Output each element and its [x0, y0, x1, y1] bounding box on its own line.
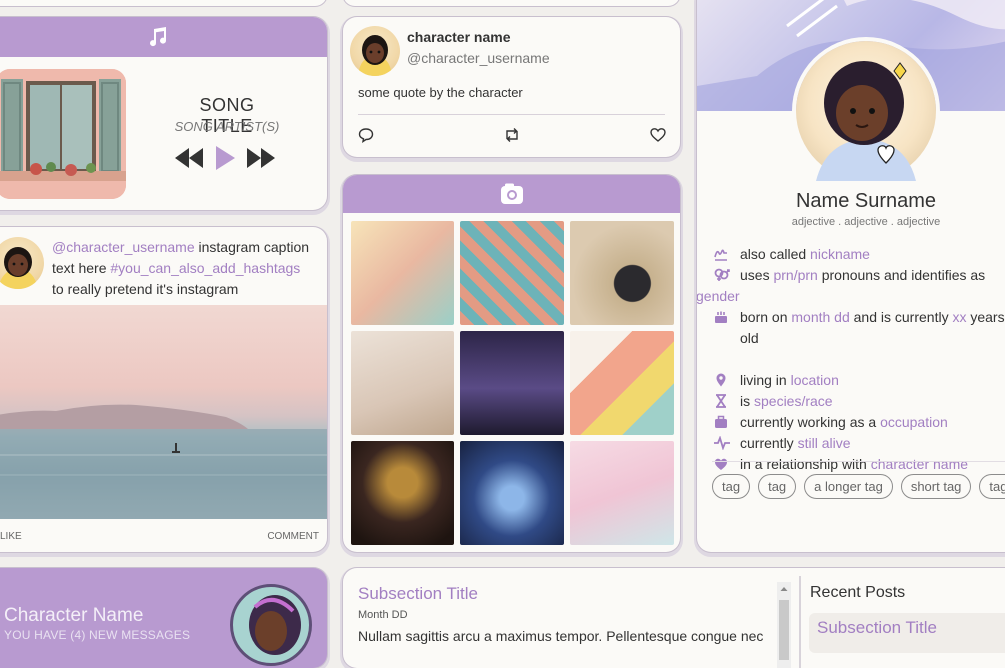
location-pin-icon — [714, 373, 728, 387]
tweet-card: character name @character_username some … — [343, 17, 680, 157]
status-link[interactable]: still alive — [798, 435, 851, 451]
species-link[interactable]: species/race — [754, 393, 833, 409]
post-body: Nullam sagittis arcu a maximus tempor. P… — [358, 628, 764, 644]
rewind-icon[interactable] — [174, 147, 204, 169]
post-actions: LIKE COMMENT — [0, 531, 319, 542]
gallery-photo[interactable] — [351, 221, 454, 325]
tweet-username[interactable]: @character_username — [407, 50, 550, 66]
play-icon[interactable] — [214, 145, 236, 171]
tag-chip[interactable]: a longer tag — [804, 474, 893, 499]
hashtag-link[interactable]: #you_can_also_add_hashtags — [110, 260, 300, 276]
nickname-link[interactable]: nickname — [810, 246, 870, 262]
camera-icon — [500, 183, 524, 205]
fact-location: living in location — [711, 370, 1005, 391]
tag-chip[interactable]: tag — [979, 474, 1005, 499]
birthday-link[interactable]: month dd — [791, 309, 849, 325]
avatar[interactable] — [230, 584, 312, 666]
divider — [712, 461, 1005, 462]
reply-icon[interactable] — [358, 127, 374, 143]
comment-button[interactable]: COMMENT — [267, 531, 319, 542]
tweet-text: some quote by the character — [358, 85, 523, 100]
tag-chip[interactable]: short tag — [900, 474, 972, 499]
playback-controls — [174, 145, 276, 171]
gallery-photo[interactable] — [570, 441, 674, 545]
fact-occupation: currently working as a occupation — [711, 412, 1005, 433]
gallery-photo[interactable] — [570, 221, 674, 325]
gallery-photo[interactable] — [460, 331, 564, 435]
fact-birthday: born on month dd and is currently xx yea… — [711, 307, 1005, 349]
profile-facts: also called nickname uses prn/prn pronou… — [697, 244, 1005, 475]
fast-forward-icon[interactable] — [246, 147, 276, 169]
avatar[interactable] — [350, 26, 400, 76]
divider — [799, 576, 801, 668]
song-artist: SONG ARTIST(S) — [174, 119, 280, 134]
fact-pronouns-cont: gender — [697, 286, 1005, 307]
tweet-author-name: character name — [407, 29, 511, 45]
recent-post-item[interactable]: Subsection Title — [809, 613, 1005, 653]
divider — [358, 114, 665, 115]
mention-link[interactable]: @character_username — [52, 239, 195, 255]
caption-text-end: to really pretend it's instagram — [52, 281, 239, 297]
profile-adjectives: adjective . adjective . adjective — [791, 216, 941, 228]
post-caption: @character_username instagram caption te… — [52, 237, 314, 300]
profile-avatar[interactable] — [796, 41, 936, 181]
briefcase-icon — [714, 415, 728, 429]
avatar[interactable] — [0, 237, 44, 289]
signature-icon — [714, 247, 728, 261]
heart-icon — [714, 457, 728, 471]
gallery-photo[interactable] — [570, 331, 674, 435]
fact-relationship: in a relationship with character name — [711, 454, 1005, 475]
post-date: Month DD — [358, 609, 408, 621]
gallery-photo[interactable] — [351, 331, 454, 435]
instagram-post-card: @character_username instagram caption te… — [0, 227, 327, 552]
profile-name: Name Surname — [795, 190, 937, 212]
recent-posts-heading: Recent Posts — [810, 584, 906, 601]
relationship-link[interactable]: character name — [871, 456, 968, 472]
blog-card: Subsection Title Month DD Nullam sagitti… — [343, 568, 1005, 668]
post-photo — [0, 305, 327, 519]
fact-species: is species/race — [711, 391, 1005, 412]
age-link[interactable]: xx — [952, 309, 966, 325]
recent-post-title: Subsection Title — [817, 618, 938, 637]
like-button[interactable]: LIKE — [0, 531, 22, 542]
gender-link[interactable]: gender — [697, 288, 740, 304]
messages-card[interactable]: Character Name YOU HAVE (4) NEW MESSAGES — [0, 568, 327, 668]
photo-gallery-card — [343, 175, 680, 552]
photo-grid — [351, 221, 674, 545]
new-messages-count: YOU HAVE (4) NEW MESSAGES — [4, 628, 191, 642]
message-character-name: Character Name — [4, 605, 144, 626]
tag-chip[interactable]: tag — [712, 474, 751, 499]
retweet-icon[interactable] — [503, 127, 521, 143]
fact-status: currently still alive — [711, 433, 1005, 454]
birthday-cake-icon — [714, 310, 728, 324]
top-strip-left — [0, 0, 327, 6]
scrollbar[interactable] — [777, 582, 791, 668]
gallery-photo[interactable] — [460, 441, 564, 545]
hourglass-icon — [714, 394, 728, 408]
fact-pronouns: uses prn/prn pronouns and identifies as — [711, 265, 1005, 286]
profile-card: Name Surname adjective . adjective . adj… — [697, 0, 1005, 552]
scroll-up-arrow-icon[interactable] — [777, 582, 791, 596]
music-note-icon — [145, 25, 169, 49]
music-header — [0, 17, 327, 57]
gender-icon — [714, 268, 730, 282]
heartbeat-icon — [714, 436, 730, 450]
scrollbar-thumb[interactable] — [779, 600, 789, 660]
heart-icon[interactable] — [650, 127, 666, 143]
album-art — [0, 69, 126, 199]
post-subsection-title[interactable]: Subsection Title — [358, 584, 478, 604]
tag-list: tag tag a longer tag short tag tag — [712, 474, 1005, 499]
fact-nickname: also called nickname — [711, 244, 1005, 265]
music-player-card: SONG TITLE SONG ARTIST(S) — [0, 17, 327, 210]
gallery-photo[interactable] — [351, 441, 454, 545]
occupation-link[interactable]: occupation — [880, 414, 948, 430]
gallery-photo[interactable] — [460, 221, 564, 325]
tag-chip[interactable]: tag — [758, 474, 797, 499]
location-link[interactable]: location — [791, 372, 839, 388]
pronouns-link[interactable]: prn/prn — [773, 267, 817, 283]
gallery-header — [343, 175, 680, 213]
top-strip-middle — [343, 0, 680, 6]
